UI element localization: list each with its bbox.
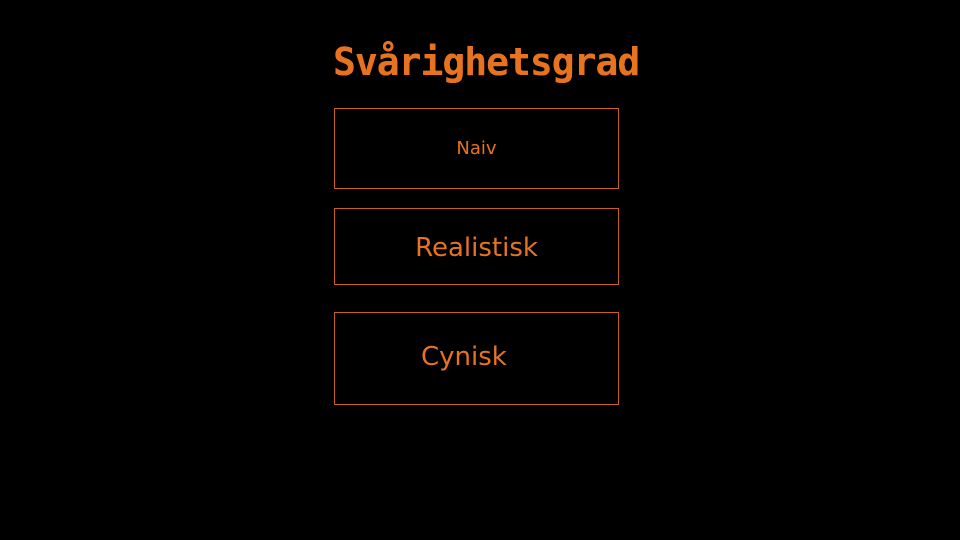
difficulty-realistic-button[interactable]: Realistisk <box>334 208 619 285</box>
difficulty-naive-label: Naiv <box>456 138 497 159</box>
difficulty-realistic-label: Realistisk <box>415 233 538 263</box>
page-title: Svårighetsgrad <box>333 40 640 84</box>
difficulty-screen: Svårighetsgrad Naiv Realistisk Cynisk <box>0 0 960 540</box>
difficulty-cynical-label: Cynisk <box>421 342 507 372</box>
difficulty-cynical-button[interactable]: Cynisk <box>334 312 619 405</box>
difficulty-naive-button[interactable]: Naiv <box>334 108 619 189</box>
